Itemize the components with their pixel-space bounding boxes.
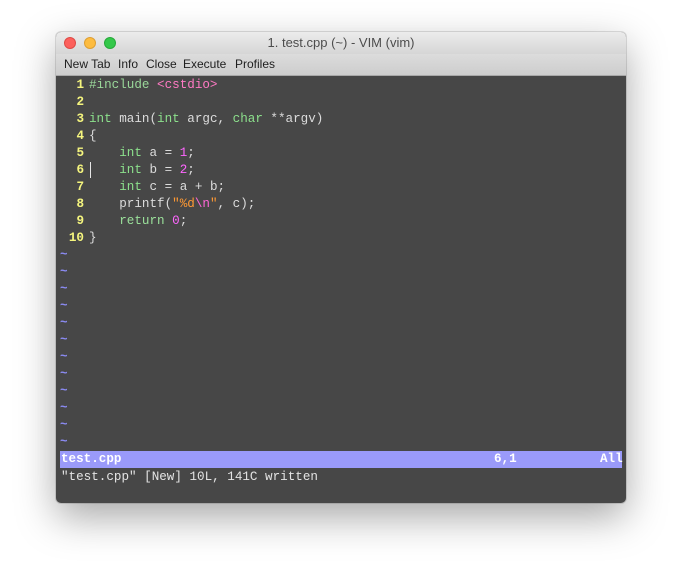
number-literal: 0 — [172, 214, 180, 228]
keyword: int — [119, 146, 142, 160]
code-line: 10} — [56, 230, 97, 247]
code-line: 8 printf("%d\n", c); — [56, 196, 255, 213]
line-number: 10 — [68, 231, 84, 245]
code-text: ; — [187, 163, 195, 177]
code-line: 6 int b = 2; — [56, 162, 195, 179]
code-text: c = a + b; — [141, 180, 226, 194]
terminal-window: 1. test.cpp (~) - VIM (vim) New Tab Info… — [56, 32, 626, 503]
code-text: b = — [141, 163, 180, 177]
empty-line-tilde: ~ — [60, 299, 68, 313]
code-text: **argv) — [262, 112, 324, 126]
code-text: main( — [111, 112, 158, 126]
line-number: 4 — [76, 129, 84, 143]
empty-line-tilde: ~ — [60, 367, 68, 381]
empty-line-tilde: ~ — [60, 316, 68, 330]
keyword: char — [232, 112, 263, 126]
code-line: 3 int main(int argc, char **argv) — [56, 111, 323, 128]
code-text: ; — [187, 146, 195, 160]
code-line: 5 int a = 1; — [56, 145, 195, 162]
window-title: 1. test.cpp (~) - VIM (vim) — [267, 35, 415, 50]
code-text: { — [89, 129, 97, 143]
empty-line-tilde: ~ — [60, 435, 68, 449]
code-line: 1 #include <cstdio> — [56, 77, 218, 94]
keyword: int — [157, 112, 180, 126]
empty-line-tilde: ~ — [60, 333, 68, 347]
menu-close[interactable]: Close — [146, 57, 177, 71]
include-header: <cstdio> — [157, 78, 218, 92]
keyword: int — [119, 180, 142, 194]
menu-execute[interactable]: Execute — [183, 57, 226, 71]
code-text: printf( — [119, 197, 173, 211]
vim-editor[interactable]: 1 #include <cstdio> 2 3 int main(int argc,… — [56, 76, 626, 450]
code-line: 2 — [56, 94, 89, 111]
code-line: 9 return 0; — [56, 213, 187, 230]
empty-line-tilde: ~ — [60, 248, 68, 262]
line-number: 8 — [76, 197, 84, 211]
toolbar: New Tab Info Close Execute Profiles — [56, 54, 626, 76]
menu-profiles[interactable]: Profiles — [235, 57, 275, 71]
code-text: argc, — [179, 112, 233, 126]
empty-line-tilde: ~ — [60, 350, 68, 364]
scroll-indicator: All — [600, 452, 623, 466]
command-line-message: "test.cpp" [New] 10L, 141C written — [61, 470, 318, 484]
keyword: return — [119, 214, 165, 228]
code-text: a = — [141, 146, 180, 160]
keyword: int — [89, 112, 112, 126]
code-line: 4{ — [56, 128, 97, 145]
preprocessor: #include — [89, 78, 158, 92]
menu-info[interactable]: Info — [118, 57, 138, 71]
title-bar: 1. test.cpp (~) - VIM (vim) — [56, 32, 626, 54]
code-text: } — [89, 231, 97, 245]
empty-line-tilde: ~ — [60, 282, 68, 296]
empty-line-tilde: ~ — [60, 401, 68, 415]
code-line: 7 int c = a + b; — [56, 179, 225, 196]
line-number: 5 — [76, 146, 84, 160]
status-filename: test.cpp — [61, 452, 122, 466]
line-number: 1 — [76, 78, 84, 92]
code-text: , c); — [217, 197, 256, 211]
keyword: int — [119, 163, 142, 177]
line-number: 2 — [76, 95, 84, 109]
text-cursor — [90, 162, 91, 178]
code-text: ; — [179, 214, 188, 228]
empty-line-tilde: ~ — [60, 418, 68, 432]
line-number: 6 — [76, 163, 84, 177]
line-number: 3 — [76, 112, 84, 126]
menu-new-tab[interactable]: New Tab — [64, 57, 110, 71]
empty-line-tilde: ~ — [60, 265, 68, 279]
line-number: 7 — [76, 180, 84, 194]
empty-line-tilde: ~ — [60, 384, 68, 398]
escape-sequence: \n — [194, 197, 210, 211]
cursor-position: 6,1 — [494, 452, 517, 466]
string-literal: "%d — [172, 197, 195, 211]
status-line: test.cpp 6,1 All — [60, 451, 623, 468]
string-literal: " — [209, 197, 218, 211]
line-number: 9 — [76, 214, 84, 228]
